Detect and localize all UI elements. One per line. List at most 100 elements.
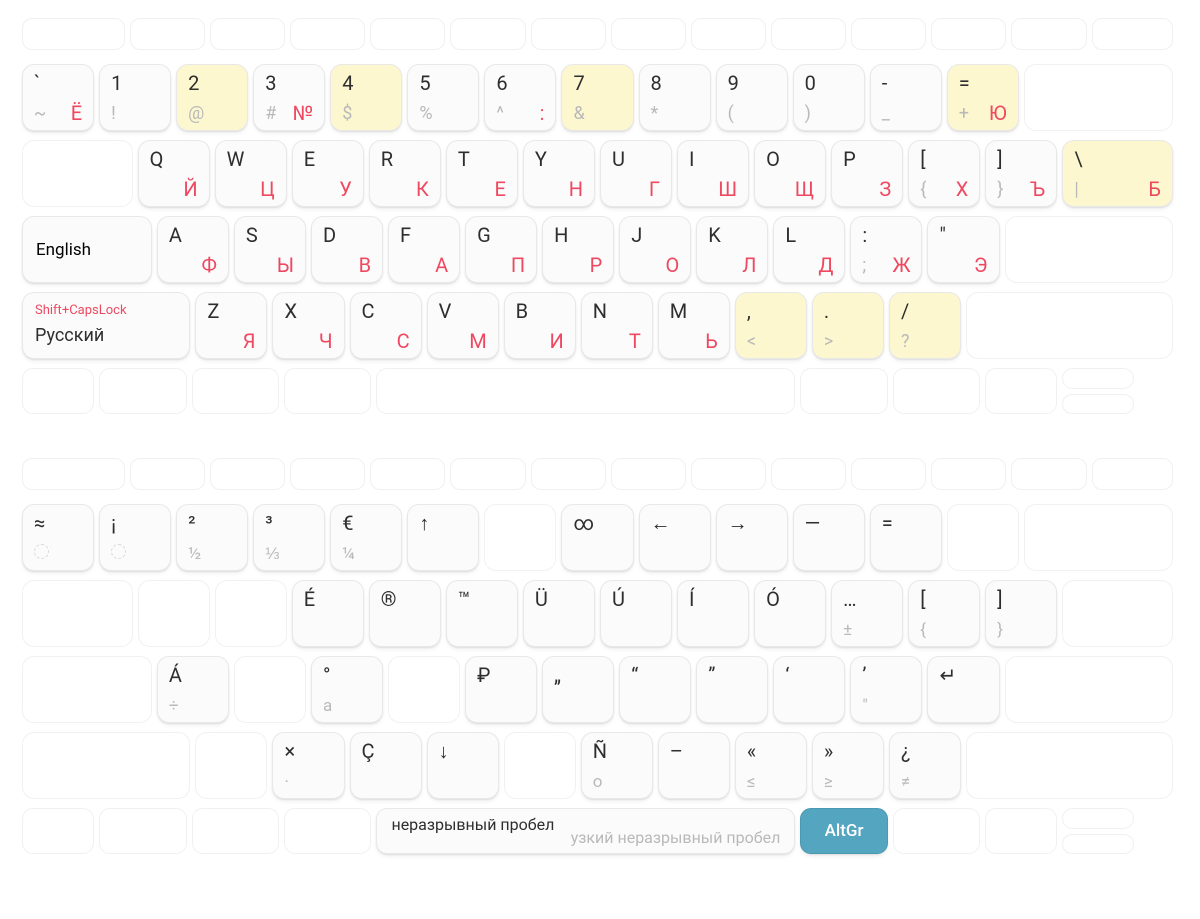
key[interactable]: »≥: [812, 732, 884, 799]
key[interactable]: 8*: [639, 64, 711, 131]
key[interactable]: 4$: [330, 64, 402, 131]
key[interactable]: ’": [850, 656, 922, 723]
key[interactable]: [{Х: [908, 140, 980, 207]
key[interactable]: GП: [465, 216, 537, 283]
key[interactable]: 0): [793, 64, 865, 131]
left-shift-key[interactable]: Shift+CapsLockРусский: [22, 292, 190, 359]
key-placeholder: [290, 18, 365, 50]
key[interactable]: .>: [812, 292, 884, 359]
key-placeholder: [210, 458, 285, 490]
key[interactable]: Ç: [350, 732, 422, 799]
key[interactable]: OЩ: [754, 140, 826, 207]
key[interactable]: 6^:: [484, 64, 556, 131]
key[interactable]: `~Ё: [22, 64, 94, 131]
key[interactable]: “: [619, 656, 691, 723]
key[interactable]: ↵: [927, 656, 999, 723]
key[interactable]: FА: [388, 216, 460, 283]
key[interactable]: "Э: [927, 216, 999, 283]
key[interactable]: 1!: [99, 64, 171, 131]
key[interactable]: /?: [889, 292, 961, 359]
key[interactable]: =: [870, 504, 942, 571]
key[interactable]: CС: [350, 292, 422, 359]
qwerty-row-1: É®™ÜÚÍÓ…±[{]}: [22, 580, 1178, 647]
key[interactable]: Ó: [754, 580, 826, 647]
key[interactable]: Ño: [581, 732, 653, 799]
key[interactable]: →: [716, 504, 788, 571]
key[interactable]: -_: [870, 64, 942, 131]
key[interactable]: \|Б: [1062, 140, 1173, 207]
key[interactable]: ‘: [773, 656, 845, 723]
key[interactable]: °a: [311, 656, 383, 723]
key[interactable]: «≤: [735, 732, 807, 799]
key[interactable]: Ü: [523, 580, 595, 647]
key[interactable]: É: [292, 580, 364, 647]
key[interactable]: IШ: [677, 140, 749, 207]
key[interactable]: —: [793, 504, 865, 571]
key[interactable]: YН: [523, 140, 595, 207]
key[interactable]: UГ: [600, 140, 672, 207]
key[interactable]: SЫ: [234, 216, 306, 283]
key[interactable]: [{: [908, 580, 980, 647]
key[interactable]: QЙ: [138, 140, 210, 207]
key[interactable]: Á÷: [157, 656, 229, 723]
space-key[interactable]: неразрывный пробелузкий неразрывный проб…: [376, 808, 795, 854]
key[interactable]: ¿≠: [889, 732, 961, 799]
key[interactable]: ZЯ: [195, 292, 267, 359]
key[interactable]: DВ: [311, 216, 383, 283]
key[interactable]: KЛ: [696, 216, 768, 283]
key[interactable]: 7&: [561, 64, 633, 131]
key-placeholder: [1062, 580, 1173, 647]
key[interactable]: „: [542, 656, 614, 723]
key[interactable]: …±: [831, 580, 903, 647]
key[interactable]: LД: [773, 216, 845, 283]
key[interactable]: ,<: [735, 292, 807, 359]
key[interactable]: ←: [639, 504, 711, 571]
key-label: 2: [188, 73, 199, 93]
key[interactable]: 9(: [716, 64, 788, 131]
key[interactable]: ®: [369, 580, 441, 647]
key[interactable]: HР: [542, 216, 614, 283]
key[interactable]: ×·: [272, 732, 344, 799]
key-label: Ф: [201, 255, 216, 275]
key[interactable]: JО: [619, 216, 691, 283]
key[interactable]: AФ: [157, 216, 229, 283]
key-label: D: [323, 225, 336, 245]
key[interactable]: =+Ю: [947, 64, 1019, 131]
key[interactable]: XЧ: [272, 292, 344, 359]
key[interactable]: Ú: [600, 580, 672, 647]
key[interactable]: –: [658, 732, 730, 799]
key[interactable]: ]}Ъ: [985, 140, 1057, 207]
key[interactable]: ¡: [99, 504, 171, 571]
key[interactable]: :;Ж: [850, 216, 922, 283]
key-placeholder: [450, 18, 525, 50]
key[interactable]: BИ: [504, 292, 576, 359]
altgr-key[interactable]: AltGr: [800, 808, 887, 854]
key[interactable]: RК: [369, 140, 441, 207]
key[interactable]: NТ: [581, 292, 653, 359]
key[interactable]: ∞: [561, 504, 633, 571]
key[interactable]: PЗ: [831, 140, 903, 207]
key[interactable]: ↓: [427, 732, 499, 799]
key[interactable]: EУ: [292, 140, 364, 207]
key[interactable]: ™: [446, 580, 518, 647]
key[interactable]: 3#№: [253, 64, 325, 131]
key[interactable]: ³⅓: [253, 504, 325, 571]
key[interactable]: VМ: [427, 292, 499, 359]
key[interactable]: ²½: [176, 504, 248, 571]
key-placeholder: [22, 18, 125, 50]
key[interactable]: ]}: [985, 580, 1057, 647]
key[interactable]: ₽: [465, 656, 537, 723]
key[interactable]: ”: [696, 656, 768, 723]
key[interactable]: ≈: [22, 504, 94, 571]
key[interactable]: 2@: [176, 64, 248, 131]
key[interactable]: 5%: [407, 64, 479, 131]
key-label: Ж: [892, 255, 910, 275]
key[interactable]: WЦ: [215, 140, 287, 207]
key[interactable]: €¼: [330, 504, 402, 571]
key[interactable]: MЬ: [658, 292, 730, 359]
key[interactable]: TЕ: [446, 140, 518, 207]
caps-lock-key[interactable]: English: [22, 216, 152, 283]
key[interactable]: Í: [677, 580, 749, 647]
key[interactable]: ↑: [407, 504, 479, 571]
key-label: ³: [265, 513, 272, 533]
